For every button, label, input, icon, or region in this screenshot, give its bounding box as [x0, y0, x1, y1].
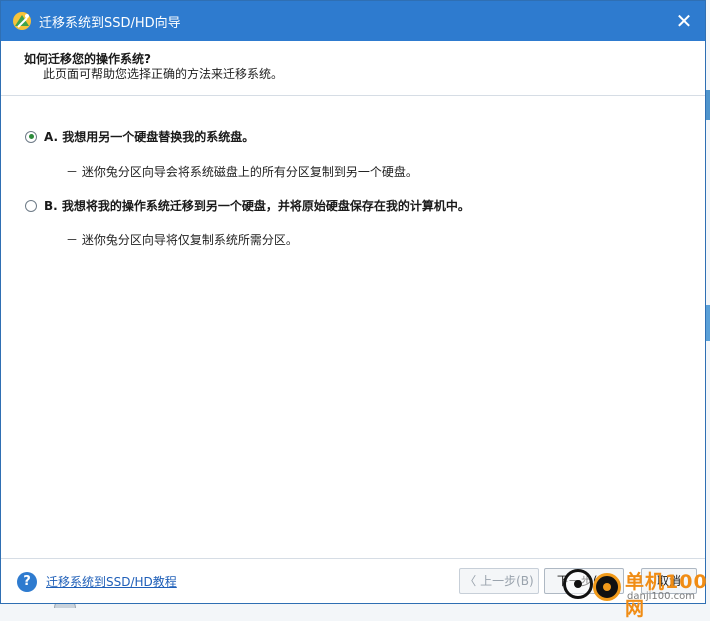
- watermark-logo-icon: [563, 569, 593, 599]
- watermark-url: danji100.com: [627, 591, 695, 602]
- title-bar: 迁移系统到SSD/HD向导 ✕: [1, 1, 705, 41]
- window-title: 迁移系统到SSD/HD向导: [39, 15, 181, 31]
- option-a-radio[interactable]: [25, 130, 37, 143]
- option-b-label[interactable]: B. 我想将我的操作系统迁移到另一个硬盘，并将原始硬盘保存在我的计算机中。: [44, 197, 470, 214]
- watermark-logo-icon: [593, 573, 621, 601]
- help-icon[interactable]: ?: [17, 572, 37, 592]
- site-watermark: 单机100网 danji100.com: [563, 565, 710, 620]
- option-b[interactable]: B. 我想将我的操作系统迁移到另一个硬盘，并将原始硬盘保存在我的计算机中。: [25, 197, 470, 214]
- tutorial-link[interactable]: 迁移系统到SSD/HD教程: [46, 573, 177, 590]
- footer-divider: [1, 558, 705, 559]
- back-button[interactable]: 〈 上一步(B): [459, 568, 539, 594]
- page-subtitle: 此页面可帮助您选择正确的方法来迁移系统。: [43, 67, 284, 81]
- wizard-header: 如何迁移您的操作系统? 此页面可帮助您选择正确的方法来迁移系统。: [1, 41, 705, 96]
- wizard-icon: [13, 12, 31, 30]
- migrate-os-wizard-dialog: 迁移系统到SSD/HD向导 ✕ 如何迁移您的操作系统? 此页面可帮助您选择正确的…: [0, 0, 706, 604]
- option-a-description: － 迷你兔分区向导会将系统磁盘上的所有分区复制到另一个硬盘。: [66, 165, 418, 179]
- option-b-radio[interactable]: [25, 199, 37, 212]
- close-button[interactable]: ✕: [673, 10, 695, 32]
- option-a[interactable]: A. 我想用另一个硬盘替换我的系统盘。: [25, 128, 254, 145]
- option-a-label[interactable]: A. 我想用另一个硬盘替换我的系统盘。: [44, 128, 254, 145]
- option-b-description: － 迷你兔分区向导将仅复制系统所需分区。: [66, 233, 298, 247]
